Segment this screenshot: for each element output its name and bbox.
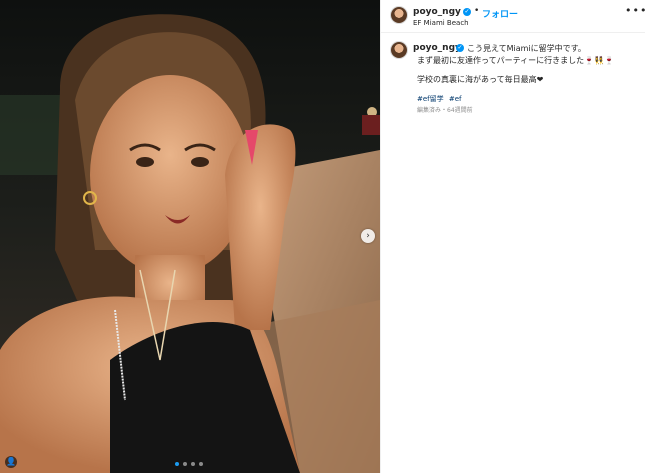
carousel-dot xyxy=(175,462,179,466)
follow-button[interactable]: フォロー xyxy=(482,7,518,20)
carousel-indicator xyxy=(175,462,203,466)
location-link[interactable]: EF Miami Beach xyxy=(413,19,469,27)
header-username[interactable]: poyo_ngy xyxy=(413,7,461,17)
post-meta: 編集済み・64週間前 xyxy=(417,107,473,114)
hashtag-link[interactable]: #ef留学 xyxy=(417,95,444,103)
separator-dot: • xyxy=(474,6,480,16)
instagram-post: › 👤 poyo_ngy ✓ • フォロー EF Miami Beach •••… xyxy=(0,0,645,473)
caption-line-1: こう見えてMiamiに留学中です。 xyxy=(467,44,586,53)
post-sidebar: poyo_ngy ✓ • フォロー EF Miami Beach ••• poy… xyxy=(380,0,645,473)
carousel-dot xyxy=(199,462,203,466)
photo-illustration xyxy=(0,0,380,473)
more-horizontal-icon[interactable]: ••• xyxy=(625,4,645,17)
carousel-next-button[interactable]: › xyxy=(361,229,375,243)
tagged-users-icon[interactable]: 👤 xyxy=(5,456,17,468)
verified-badge-icon: ✓ xyxy=(456,44,464,52)
post-photo[interactable]: › 👤 xyxy=(0,0,380,473)
caption-line-2: まず最初に友達作ってパーティーに行きました🍷👯‍♀️🍷 xyxy=(417,56,615,65)
hashtag-link[interactable]: #ef xyxy=(449,95,462,103)
caption-avatar[interactable] xyxy=(391,42,407,58)
hashtag-list: #ef留学 #ef xyxy=(417,94,465,104)
chevron-right-icon: › xyxy=(366,230,370,241)
post-header: poyo_ngy ✓ • フォロー EF Miami Beach ••• xyxy=(381,0,645,33)
carousel-dot xyxy=(183,462,187,466)
avatar[interactable] xyxy=(391,7,407,23)
carousel-dot xyxy=(191,462,195,466)
caption-username[interactable]: poyo_ngy xyxy=(413,43,461,53)
verified-badge-icon: ✓ xyxy=(463,8,471,16)
caption-line-3: 学校の真裏に海があって毎日最高❤ xyxy=(417,75,544,84)
